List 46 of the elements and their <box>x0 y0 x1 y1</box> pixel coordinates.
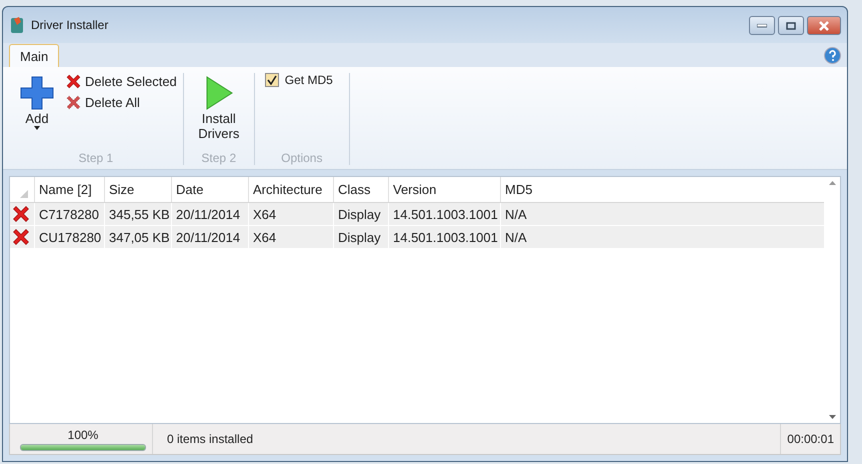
add-button[interactable]: Add <box>15 73 59 151</box>
plus-icon <box>19 75 55 111</box>
elapsed-time: 00:00:01 <box>780 424 840 454</box>
column-header[interactable]: Version <box>388 177 500 202</box>
column-header[interactable]: Date <box>171 177 248 202</box>
group-label: Step 2 <box>200 151 238 165</box>
maximize-button[interactable] <box>778 16 804 35</box>
table-cell: 345,55 KB <box>104 203 171 225</box>
delete-icon <box>65 73 82 90</box>
column-header[interactable]: Class <box>333 177 388 202</box>
status-message: 0 items installed <box>166 431 254 448</box>
table-cell: 14.501.1003.1001 <box>388 203 500 225</box>
group-label: Step 1 <box>78 151 114 165</box>
check-icon <box>266 75 277 85</box>
table-cell: X64 <box>248 226 333 248</box>
table-cell: 14.501.1003.1001 <box>388 226 500 248</box>
scroll-down-icon[interactable] <box>828 415 836 419</box>
table-cell: X64 <box>248 203 333 225</box>
help-icon[interactable] <box>824 46 841 64</box>
delete-all-icon <box>65 94 82 111</box>
close-button[interactable] <box>807 16 841 35</box>
progress-label: 100% <box>66 428 100 442</box>
ribbon-tab[interactable]: Main <box>9 44 60 67</box>
minimize-button[interactable] <box>749 16 775 35</box>
close-icon <box>818 20 830 30</box>
delete-all-button[interactable]: Delete All <box>65 94 177 111</box>
table-cell: Display <box>333 226 388 248</box>
scroll-up-icon[interactable] <box>828 181 836 185</box>
app-icon <box>9 16 25 34</box>
table-cell: CU178280 <box>34 226 104 248</box>
play-icon <box>204 75 234 111</box>
column-header[interactable]: Name [2] <box>34 177 104 202</box>
column-header[interactable]: Size <box>104 177 171 202</box>
window-title: Driver Installer <box>31 18 110 32</box>
delete-selected-button[interactable]: Delete Selected <box>65 73 177 90</box>
group-label: Options <box>280 151 324 165</box>
column-header[interactable]: Architecture <box>248 177 333 202</box>
maximize-icon <box>786 22 796 30</box>
table-cell: 20/11/2014 <box>171 226 248 248</box>
minimize-icon <box>757 24 767 28</box>
md5-checkbox[interactable]: Get MD5 <box>260 73 343 151</box>
install-button[interactable]: Install Drivers <box>190 73 248 151</box>
table-cell: 20/11/2014 <box>171 203 248 225</box>
table-cell: 347,05 KB <box>104 226 171 248</box>
table-cell: Display <box>333 203 388 225</box>
table-cell: C7178280 <box>34 203 104 225</box>
